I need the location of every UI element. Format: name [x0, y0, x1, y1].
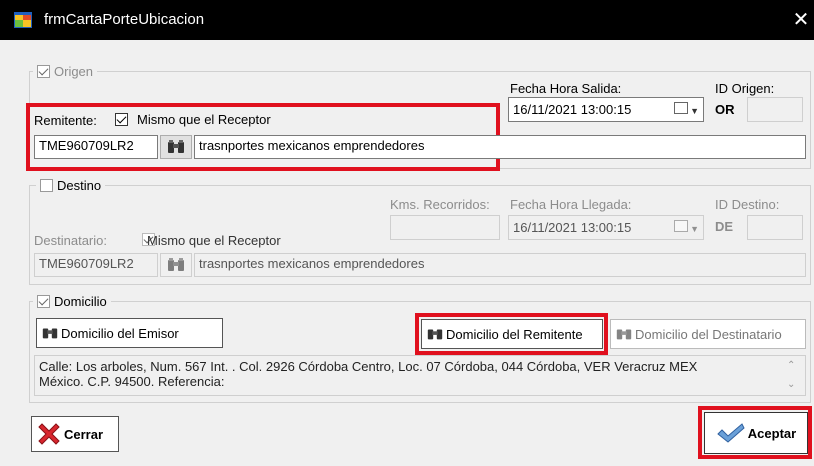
aceptar-label: Aceptar — [747, 425, 797, 441]
title-bar: frmCartaPorteUbicacion ✕ — [0, 0, 814, 40]
destinatario-mismo-label: Mismo que el Receptor — [147, 233, 281, 248]
fecha-salida-value: 16/11/2021 13:00:15 — [513, 102, 632, 117]
destino-legend: Destino — [36, 177, 106, 193]
aceptar-button[interactable]: Aceptar — [704, 412, 808, 454]
id-origen-label: ID Origen: — [715, 81, 775, 96]
id-origen-prefix: OR — [715, 102, 735, 117]
id-origen-input[interactable] — [747, 97, 803, 122]
domicilio-remitente-button[interactable]: Domicilio del Remitente — [421, 319, 603, 349]
kms-input[interactable] — [390, 215, 500, 240]
domicilio-emisor-label: Domicilio del Emisor — [61, 325, 179, 341]
fecha-llegada-picker[interactable]: 16/11/2021 13:00:15 ▼ — [508, 215, 704, 240]
origen-checkbox[interactable] — [37, 64, 50, 78]
domicilio-address-textarea[interactable]: Calle: Los arboles, Num. 567 Int. . Col.… — [34, 355, 806, 396]
remitente-rfc-field[interactable]: TME960709LR2 — [34, 135, 158, 159]
remitente-nombre-field[interactable]: trasnportes mexicanos emprendedores — [194, 135, 806, 159]
binoculars-icon — [168, 258, 184, 271]
binoculars-icon — [616, 329, 632, 340]
id-destino-label: ID Destino: — [715, 197, 780, 212]
domicilio-label: Domicilio — [54, 293, 107, 309]
checkmark-icon — [717, 423, 745, 443]
binoculars-icon — [42, 328, 58, 339]
calendar-dropdown-icon[interactable]: ▼ — [674, 220, 699, 235]
fecha-salida-picker[interactable]: 16/11/2021 13:00:15 ▼ — [508, 97, 704, 122]
cerrar-button[interactable]: Cerrar — [31, 416, 119, 452]
domicilio-emisor-button[interactable]: Domicilio del Emisor — [36, 318, 223, 348]
binoculars-icon — [168, 140, 184, 153]
destinatario-search-button[interactable] — [160, 253, 192, 277]
origen-label: Origen — [54, 63, 94, 79]
remitente-mismo-label: Mismo que el Receptor — [137, 112, 271, 127]
destino-checkbox[interactable] — [40, 178, 53, 192]
id-destino-input[interactable] — [747, 215, 803, 240]
domicilio-remitente-label: Domicilio del Remitente — [446, 326, 583, 342]
remitente-search-button[interactable] — [160, 135, 192, 159]
address-scroll-down-icon[interactable]: ⌄ — [787, 379, 795, 390]
fecha-llegada-label: Fecha Hora Llegada: — [510, 197, 632, 212]
address-line-2: México. C.P. 94500. Referencia: — [39, 374, 225, 389]
domicilio-legend: Domicilio — [33, 293, 111, 309]
address-line-1: Calle: Los arboles, Num. 567 Int. . Col.… — [39, 359, 698, 374]
cerrar-label: Cerrar — [64, 426, 104, 442]
binoculars-icon — [427, 329, 443, 340]
origen-legend: Origen — [33, 63, 98, 79]
domicilio-checkbox[interactable] — [37, 294, 50, 308]
fecha-llegada-value: 16/11/2021 13:00:15 — [513, 220, 632, 235]
window-title: frmCartaPorteUbicacion — [44, 11, 205, 28]
remitente-label: Remitente: — [34, 113, 97, 128]
app-form-icon — [14, 12, 32, 28]
destinatario-nombre-field[interactable]: trasnportes mexicanos emprendedores — [194, 253, 806, 277]
fecha-salida-label: Fecha Hora Salida: — [510, 81, 622, 96]
id-destino-prefix: DE — [715, 219, 734, 234]
domicilio-destinatario-label: Domicilio del Destinatario — [635, 326, 782, 342]
kms-label: Kms. Recorridos: — [390, 197, 490, 212]
remitente-mismo-checkbox[interactable] — [115, 113, 128, 126]
domicilio-destinatario-button[interactable]: Domicilio del Destinatario — [610, 319, 806, 349]
destinatario-label: Destinatario: — [34, 233, 107, 248]
address-scroll-up-icon[interactable]: ⌃ — [787, 360, 795, 371]
destino-label: Destino — [57, 177, 102, 193]
close-icon[interactable]: ✕ — [788, 6, 814, 34]
calendar-dropdown-icon[interactable]: ▼ — [674, 102, 699, 117]
close-x-icon — [38, 423, 60, 445]
destinatario-rfc-field[interactable]: TME960709LR2 — [34, 253, 158, 277]
